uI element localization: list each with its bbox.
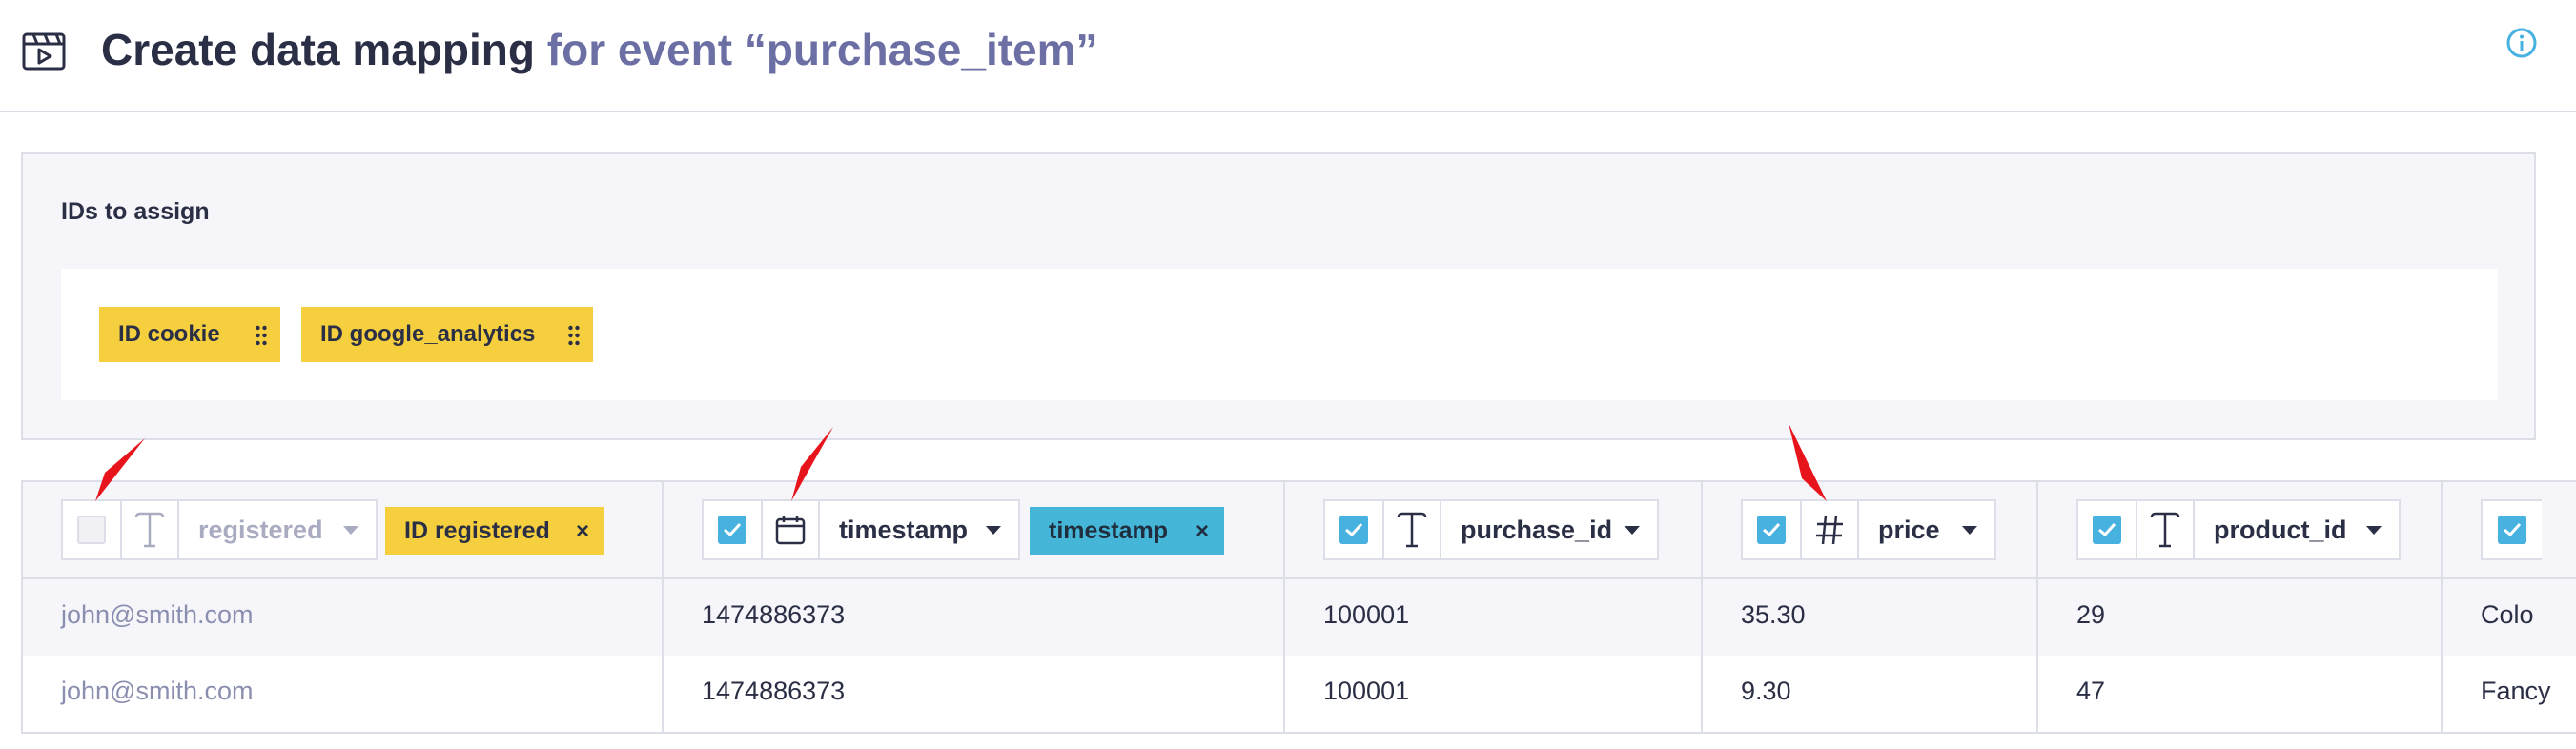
page-title-event: for event “purchase_item”	[546, 25, 1098, 74]
chevron-down-icon	[343, 526, 358, 535]
text-type-icon[interactable]	[122, 501, 179, 558]
annotation-arrow-icon	[1789, 423, 1827, 501]
column-name: product_id	[2214, 515, 2347, 544]
hash-icon[interactable]	[1802, 501, 1859, 558]
column-name: price	[1878, 515, 1940, 544]
column-header-timestamp: timestamp	[702, 499, 1020, 560]
column-header-partial	[2481, 499, 2542, 560]
table-cell: 35.30	[1741, 600, 1806, 629]
column-name: timestamp	[839, 515, 969, 544]
remove-tag-icon[interactable]: ×	[576, 518, 589, 545]
column-header-price: price	[1741, 499, 1996, 560]
id-chip-google-analytics[interactable]: ID google_analytics	[301, 307, 593, 362]
mapped-tag-label: ID registered	[404, 516, 550, 544]
drag-handle-icon[interactable]	[568, 325, 580, 346]
annotation-arrow-icon	[791, 427, 833, 501]
column-divider	[2036, 482, 2038, 732]
column-type-dropdown[interactable]: timestamp	[820, 501, 1018, 558]
column-include-checkbox[interactable]	[1743, 501, 1802, 558]
annotation-arrow-icon	[95, 438, 145, 501]
id-chip-cookie[interactable]: ID cookie	[99, 307, 280, 362]
table-row	[23, 579, 2576, 656]
column-type-dropdown[interactable]: registered	[179, 501, 376, 558]
table-cell: 1474886373	[702, 677, 846, 705]
remove-tag-icon[interactable]: ×	[1196, 518, 1209, 545]
text-type-icon[interactable]	[2137, 501, 2195, 558]
table-cell: 100001	[1323, 677, 1410, 705]
data-mapping-table: registered ID registered × timestamp tim…	[21, 480, 2576, 734]
column-divider	[1701, 482, 1703, 732]
id-chip-label: ID google_analytics	[320, 321, 536, 347]
table-cell: Colo	[2481, 600, 2534, 629]
column-name: purchase_id	[1461, 515, 1613, 544]
column-header-product-id: product_id	[2076, 499, 2401, 560]
chevron-down-icon	[1962, 526, 1977, 535]
column-divider	[1283, 482, 1285, 732]
column-type-dropdown[interactable]: price	[1859, 501, 1994, 558]
ids-to-assign-panel: IDs to assign ID cookie ID google_analyt…	[21, 152, 2536, 440]
ids-dropzone[interactable]: ID cookie ID google_analytics	[61, 269, 2498, 400]
chevron-down-icon	[2366, 526, 2382, 535]
column-type-dropdown[interactable]: purchase_id	[1441, 501, 1657, 558]
column-name: registered	[198, 515, 323, 544]
table-cell: john@smith.com	[61, 677, 254, 705]
mapped-id-tag-registered: ID registered ×	[385, 507, 604, 555]
column-include-checkbox[interactable]	[704, 501, 763, 558]
ids-to-assign-label: IDs to assign	[61, 198, 210, 225]
column-divider	[662, 482, 664, 732]
table-cell: 29	[2076, 600, 2106, 629]
column-include-checkbox[interactable]	[2483, 501, 2542, 558]
page-header: Create data mapping for event “purchase_…	[0, 0, 2576, 112]
column-include-checkbox[interactable]	[1325, 501, 1384, 558]
id-chip-label: ID cookie	[118, 321, 220, 347]
table-row	[23, 656, 2576, 732]
column-include-checkbox[interactable]	[63, 501, 122, 558]
info-icon[interactable]	[2505, 27, 2538, 59]
drag-handle-icon[interactable]	[256, 325, 267, 346]
page-title-main: Create data mapping	[101, 25, 535, 74]
column-divider	[2441, 482, 2443, 732]
mapped-tag-label: timestamp	[1049, 516, 1169, 544]
table-cell: Fancy	[2481, 677, 2551, 705]
page-title: Create data mapping for event “purchase_…	[101, 23, 1098, 76]
mapped-field-tag-timestamp: timestamp ×	[1030, 507, 1224, 555]
calendar-icon[interactable]	[763, 501, 820, 558]
column-header-registered: registered	[61, 499, 378, 560]
table-cell: 100001	[1323, 600, 1410, 629]
chevron-down-icon	[1625, 526, 1640, 535]
column-header-purchase-id: purchase_id	[1323, 499, 1659, 560]
text-type-icon[interactable]	[1384, 501, 1441, 558]
chevron-down-icon	[986, 526, 1001, 535]
column-type-dropdown[interactable]: product_id	[2195, 501, 2399, 558]
table-cell: 1474886373	[702, 600, 846, 629]
table-cell: john@smith.com	[61, 600, 254, 629]
film-clapper-icon	[22, 32, 66, 71]
table-cell: 9.30	[1741, 677, 1791, 705]
table-cell: 47	[2076, 677, 2106, 705]
column-include-checkbox[interactable]	[2078, 501, 2137, 558]
